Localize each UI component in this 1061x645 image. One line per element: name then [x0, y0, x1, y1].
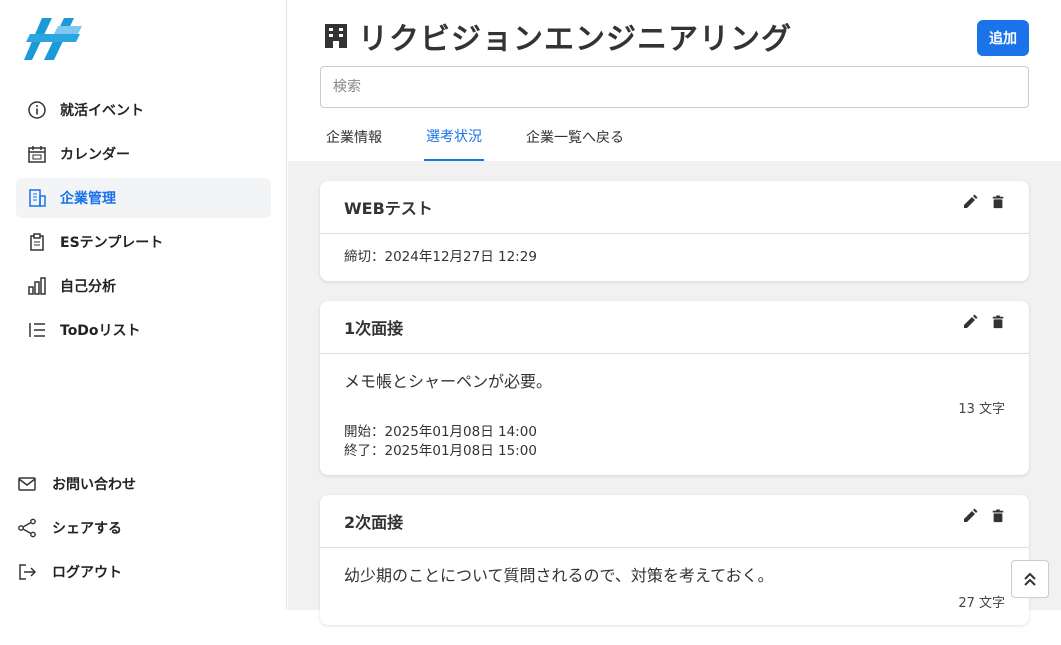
sidebar-item-companies[interactable]: 企業管理	[16, 178, 271, 218]
sidebar-item-calendar[interactable]: カレンダー	[16, 134, 271, 174]
scroll-to-top-button[interactable]	[1011, 560, 1049, 598]
building-icon	[26, 187, 48, 209]
char-count: 13 文字	[958, 402, 1005, 417]
sidebar-item-self-analysis[interactable]: 自己分析	[16, 266, 271, 306]
double-chevron-up-icon	[1024, 572, 1036, 586]
end-time: 終了：2025年01月08日 15:00	[344, 443, 537, 459]
bar-chart-icon	[26, 275, 48, 297]
selection-card: 1次面接 メモ帳とシャーペンが必要。 13 文字 開始：2025年01月08日 …	[320, 301, 1029, 475]
char-count: 27 文字	[958, 596, 1005, 611]
memo-text: メモ帳とシャーペンが必要。	[344, 372, 553, 391]
main-content: リクビジョンエンジニアリング 追加 企業情報 選考状況 企業一覧へ戻る WEBテ…	[288, 0, 1061, 625]
card-header: 2次面接	[320, 495, 1029, 548]
page-header: リクビジョンエンジニアリング 追加 企業情報 選考状況 企業一覧へ戻る	[288, 0, 1061, 161]
app-logo[interactable]	[24, 16, 84, 62]
card-title: 2次面接	[344, 513, 404, 532]
sidebar-item-label: ToDoリスト	[60, 323, 141, 339]
page-title: リクビジョンエンジニアリング	[324, 14, 792, 58]
tab-back-to-list[interactable]: 企業一覧へ戻る	[524, 112, 626, 161]
sidebar-item-contact[interactable]: お問い合わせ	[16, 464, 271, 504]
delete-icon[interactable]	[989, 507, 1007, 525]
deadline-text: 締切：2024年12月27日 12:29	[344, 249, 537, 265]
sidebar-item-label: カレンダー	[60, 147, 130, 163]
card-header: 1次面接	[320, 301, 1029, 354]
edit-icon[interactable]	[961, 507, 979, 525]
start-time: 開始：2025年01月08日 14:00	[344, 424, 537, 440]
card-actions	[951, 193, 1007, 211]
card-body: 締切：2024年12月27日 12:29	[320, 234, 1029, 281]
card-header: WEBテスト	[320, 181, 1029, 234]
sidebar-item-label: 企業管理	[60, 191, 116, 207]
search-input[interactable]	[320, 66, 1029, 108]
sidebar-nav: 就活イベント カレンダー 企業管理 ESテンプレート 自己分析 ToDoリスト	[16, 90, 271, 354]
add-button[interactable]: 追加	[977, 20, 1029, 56]
share-icon	[16, 517, 38, 539]
calendar-icon	[26, 143, 48, 165]
sidebar-item-todo[interactable]: ToDoリスト	[16, 310, 271, 350]
company-name: リクビジョンエンジニアリング	[358, 22, 792, 57]
sidebar-item-events[interactable]: 就活イベント	[16, 90, 271, 130]
tab-company-info[interactable]: 企業情報	[324, 112, 384, 161]
tab-bar: 企業情報 選考状況 企業一覧へ戻る	[324, 112, 666, 161]
edit-icon[interactable]	[961, 313, 979, 331]
sidebar-item-es-template[interactable]: ESテンプレート	[16, 222, 271, 262]
sidebar-bottom-nav: お問い合わせ シェアする ログアウト	[16, 464, 271, 596]
delete-icon[interactable]	[989, 313, 1007, 331]
card-body: メモ帳とシャーペンが必要。 13 文字 開始：2025年01月08日 14:00…	[320, 354, 1029, 475]
card-title: WEBテスト	[344, 199, 433, 218]
card-title: 1次面接	[344, 319, 404, 338]
sidebar-item-share[interactable]: シェアする	[16, 508, 271, 548]
delete-icon[interactable]	[989, 193, 1007, 211]
sidebar: 就活イベント カレンダー 企業管理 ESテンプレート 自己分析 ToDoリスト …	[0, 0, 287, 610]
selection-list: WEBテスト 締切：2024年12月27日 12:29 1次面接 メモ帳とシャー…	[320, 181, 1029, 645]
selection-card: 2次面接 幼少期のことについて質問されるので、対策を考えておく。 27 文字	[320, 495, 1029, 625]
sidebar-item-label: ESテンプレート	[60, 235, 164, 251]
sidebar-item-label: 自己分析	[60, 279, 116, 295]
logout-icon	[16, 561, 38, 583]
sidebar-item-logout[interactable]: ログアウト	[16, 552, 271, 592]
info-icon	[26, 99, 48, 121]
sidebar-item-label: お問い合わせ	[52, 477, 136, 493]
card-actions	[951, 507, 1007, 525]
tab-selection-status[interactable]: 選考状況	[424, 112, 484, 161]
memo-text: 幼少期のことについて質問されるので、対策を考えておく。	[344, 566, 774, 585]
selection-card: WEBテスト 締切：2024年12月27日 12:29	[320, 181, 1029, 281]
card-body: 幼少期のことについて質問されるので、対策を考えておく。 27 文字	[320, 548, 1029, 625]
clipboard-icon	[26, 231, 48, 253]
sidebar-item-label: 就活イベント	[60, 103, 144, 119]
mail-icon	[16, 473, 38, 495]
card-actions	[951, 313, 1007, 331]
building-icon	[325, 24, 347, 48]
sidebar-item-label: ログアウト	[52, 565, 122, 581]
edit-icon[interactable]	[961, 193, 979, 211]
list-icon	[26, 319, 48, 341]
sidebar-item-label: シェアする	[52, 521, 122, 537]
